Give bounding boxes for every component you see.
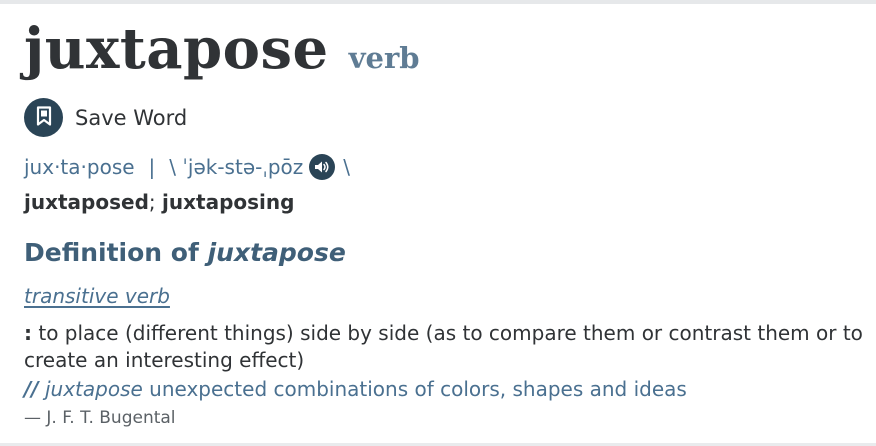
speaker-icon — [314, 155, 330, 179]
example-citation: — J. F. T. Bugental — [24, 408, 176, 428]
inflections: juxtaposed; juxtaposing — [24, 190, 294, 214]
transitive-verb-link[interactable]: transitive verb — [24, 284, 170, 308]
bookmark-icon — [35, 105, 53, 130]
inflection-present-participle: juxtaposing — [162, 190, 295, 214]
inflection-separator: ; — [148, 190, 156, 214]
definition-text: : to place (different things) side by si… — [24, 320, 864, 374]
definition-body: to place (different things) side by side… — [24, 321, 863, 372]
headword: juxtapose — [24, 16, 329, 82]
save-word-button[interactable] — [24, 98, 63, 137]
example-text: unexpected combinations of colors, shape… — [142, 377, 687, 401]
pronunciation-text: \ ˈjək-stə-ˌpōz — [169, 155, 304, 179]
definition-colon: : — [24, 321, 32, 345]
inflection-past: juxtaposed — [24, 190, 149, 214]
pronunciation-row: jux·ta·pose | \ ˈjək-stə-ˌpōz \ — [24, 154, 350, 180]
example-marker: // — [24, 377, 39, 401]
headword-row: juxtapose verb — [24, 16, 420, 82]
example-headword: juxtapose — [44, 377, 143, 401]
save-word-label[interactable]: Save Word — [75, 106, 187, 130]
top-divider — [0, 0, 876, 4]
definition-heading: Definition of juxtapose — [24, 238, 346, 267]
part-of-speech[interactable]: verb — [349, 41, 420, 75]
example-sentence: // juxtapose unexpected combinations of … — [24, 377, 687, 401]
definition-heading-prefix: Definition of — [24, 238, 199, 267]
definition-heading-word: juxtapose — [207, 238, 346, 267]
syllabification: jux·ta·pose — [24, 155, 135, 179]
pronunciation-separator: | — [148, 155, 156, 179]
pronunciation-close: \ — [343, 155, 351, 179]
save-word-control[interactable]: Save Word — [24, 98, 187, 137]
audio-button[interactable] — [309, 154, 336, 180]
